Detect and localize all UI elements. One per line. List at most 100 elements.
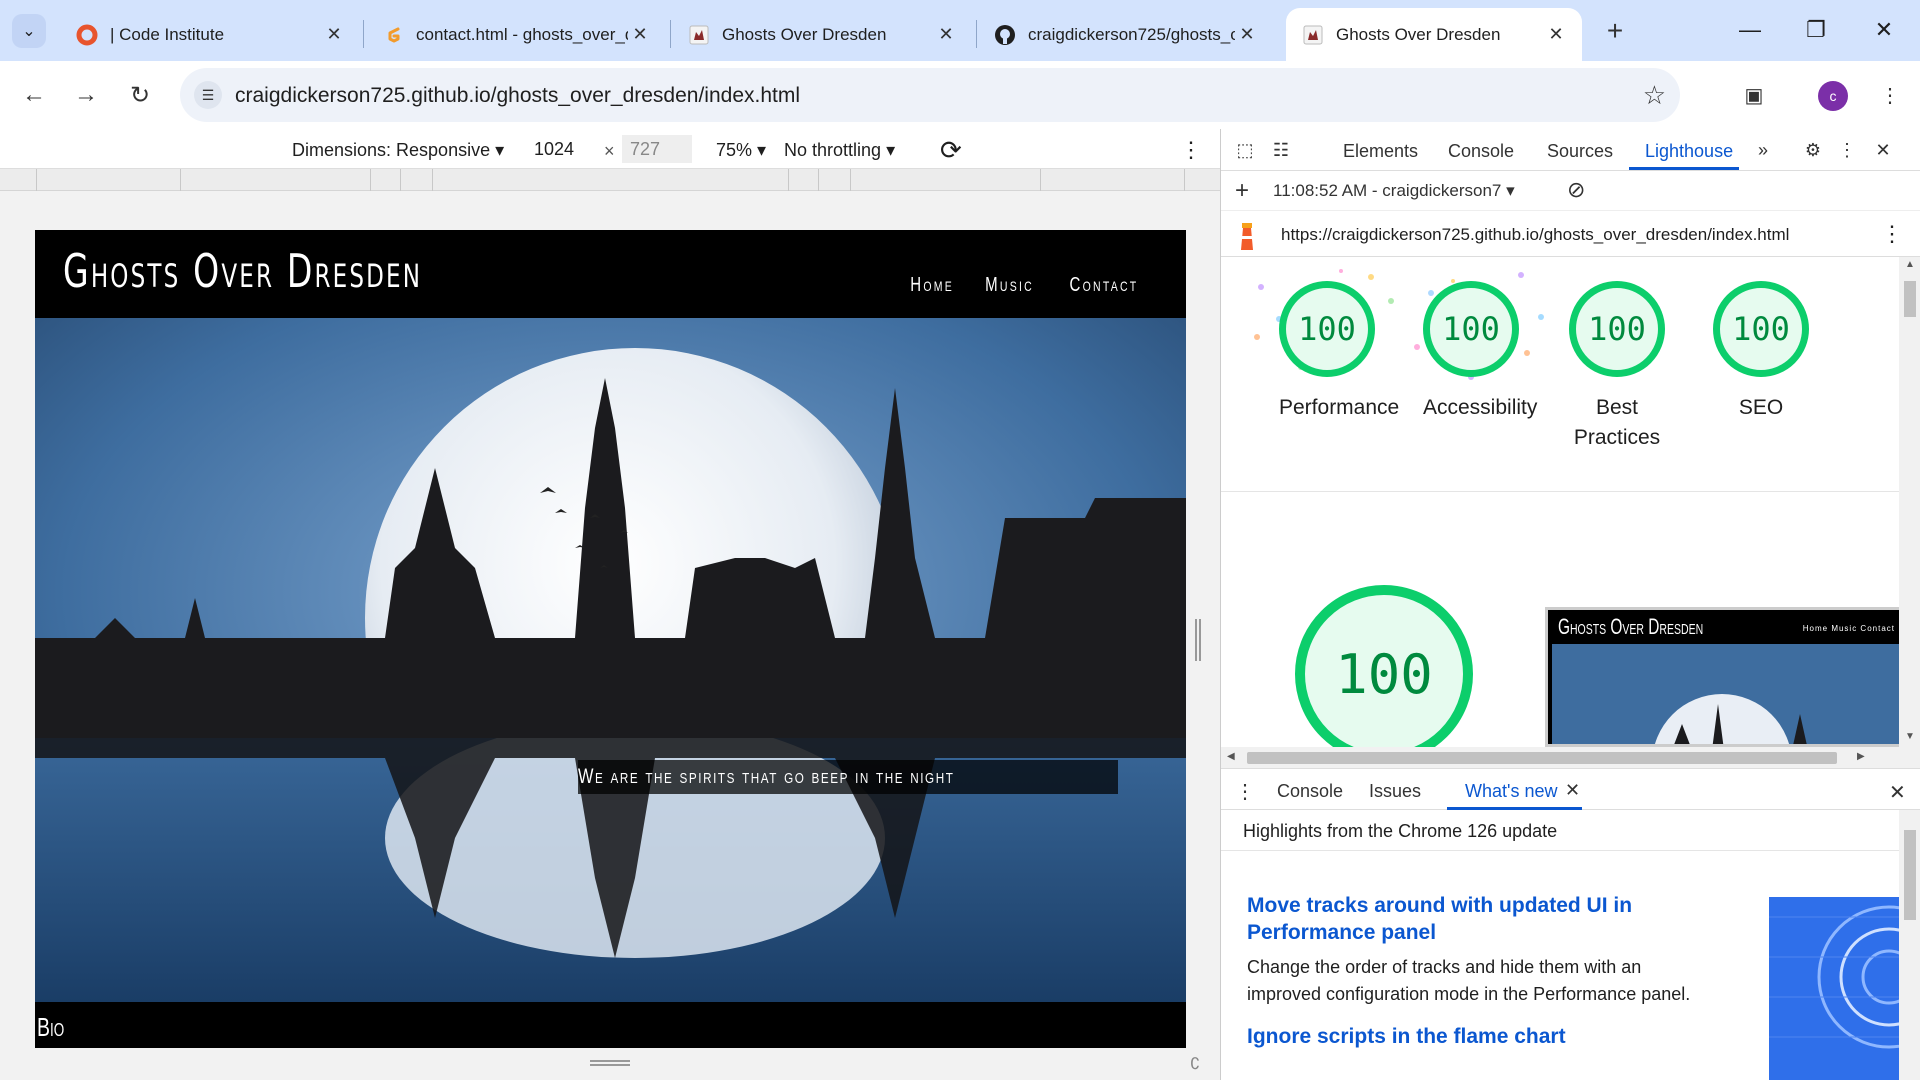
throttling-select[interactable]: No throttling ▾ bbox=[784, 140, 895, 161]
score-accessibility[interactable]: 100 Accessibility bbox=[1423, 281, 1537, 423]
close-icon[interactable]: ✕ bbox=[628, 24, 652, 45]
viewport-resize-handle[interactable] bbox=[1195, 619, 1201, 661]
media-query-ruler[interactable] bbox=[0, 169, 1220, 191]
news-link-ignore-scripts[interactable]: Ignore scripts in the flame chart bbox=[1247, 1025, 1566, 1049]
main-score-gauge: 100 bbox=[1295, 585, 1473, 747]
score-performance[interactable]: 100 Performance bbox=[1279, 281, 1399, 423]
device-toggle-icon[interactable]: ☷ bbox=[1267, 137, 1295, 163]
tab-ghosts-over-dresden[interactable]: Ghosts Over Dresden ✕ bbox=[672, 8, 972, 61]
back-button[interactable]: ← bbox=[16, 77, 52, 113]
news-description: Change the order of tracks and hide them… bbox=[1247, 957, 1691, 1004]
clear-icon[interactable]: ⊘ bbox=[1567, 177, 1585, 203]
browser-toolbar: ← → ↻ ☰ craigdickerson725.github.io/ghos… bbox=[0, 61, 1920, 129]
scrollbar-thumb[interactable] bbox=[1247, 752, 1837, 764]
score-seo[interactable]: 100 SEO bbox=[1713, 281, 1809, 423]
nav-home-link[interactable]: Home bbox=[910, 274, 954, 297]
kebab-icon[interactable]: ⋮ bbox=[1833, 137, 1861, 163]
chevron-down-icon: ⌄ bbox=[22, 23, 36, 40]
highlights-heading: Highlights from the Chrome 126 update bbox=[1243, 821, 1558, 841]
scroll-right-icon[interactable]: ▶ bbox=[1857, 751, 1865, 762]
tab-contact-html[interactable]: contact.html - ghosts_over_dresden ✕ bbox=[366, 8, 666, 61]
site-info-icon[interactable]: ☰ bbox=[194, 81, 222, 109]
report-horizontal-scrollbar[interactable]: ◀ ▶ bbox=[1221, 747, 1920, 769]
thumbnail-nav: Home Music Contact bbox=[1802, 624, 1895, 633]
tab-code-institute[interactable]: | Code Institute ✕ bbox=[60, 8, 360, 61]
scrollbar-thumb[interactable] bbox=[1904, 281, 1916, 317]
profile-avatar[interactable]: c bbox=[1818, 81, 1848, 111]
restore-button[interactable]: ❐ bbox=[1786, 10, 1846, 50]
minimize-button[interactable]: — bbox=[1720, 10, 1780, 50]
report-vertical-scrollbar[interactable]: ▲ ▼ bbox=[1899, 257, 1920, 747]
zoom-select[interactable]: 75% ▾ bbox=[716, 140, 766, 161]
scrollbar-thumb[interactable] bbox=[1904, 830, 1916, 920]
new-tab-button[interactable]: + bbox=[1598, 14, 1632, 48]
dimensions-select[interactable]: Dimensions: Responsive ▾ bbox=[292, 140, 504, 161]
lighthouse-url-bar: https://craigdickerson725.github.io/ghos… bbox=[1221, 211, 1920, 257]
address-bar[interactable]: ☰ craigdickerson725.github.io/ghosts_ove… bbox=[180, 68, 1680, 122]
close-icon[interactable]: ✕ bbox=[934, 24, 958, 45]
drawer-tab-issues[interactable]: Issues bbox=[1369, 781, 1421, 802]
viewport-bottom-handle[interactable] bbox=[590, 1060, 630, 1066]
close-icon[interactable]: ✕ bbox=[1869, 137, 1897, 163]
drawer-tab-whats-new[interactable]: What's new bbox=[1465, 781, 1557, 802]
close-icon[interactable]: ✕ bbox=[1565, 780, 1580, 801]
close-icon[interactable]: ✕ bbox=[1235, 24, 1259, 45]
site-footer: Bio bbox=[35, 1002, 1186, 1048]
footer-bio-link[interactable]: Bio bbox=[37, 1012, 64, 1043]
tab-search-button[interactable]: ⌄ bbox=[12, 14, 46, 48]
close-drawer-icon[interactable]: ✕ bbox=[1889, 780, 1906, 805]
scroll-down-icon[interactable]: ▼ bbox=[1905, 731, 1915, 742]
inspect-element-icon[interactable]: ⬚ bbox=[1231, 137, 1259, 163]
close-icon[interactable]: ✕ bbox=[1544, 24, 1568, 45]
nav-music-link[interactable]: Music bbox=[985, 274, 1034, 297]
tab-separator bbox=[976, 20, 977, 48]
bookmark-star-icon[interactable]: ☆ bbox=[1643, 80, 1666, 111]
drawer-tabbar: ⋮ Console Issues What's new ✕ ✕ bbox=[1221, 770, 1920, 810]
devtools-panel: ⬚ ☷ Elements Console Sources Lighthouse … bbox=[1220, 129, 1920, 1080]
plus-icon[interactable]: + bbox=[1235, 177, 1249, 205]
close-icon[interactable]: ✕ bbox=[322, 24, 346, 45]
reload-button[interactable]: ↻ bbox=[122, 77, 158, 113]
kebab-icon[interactable]: ⋮ bbox=[1235, 779, 1255, 804]
lighthouse-report: 100 Performance 100 Accessibility 100 Be… bbox=[1221, 257, 1899, 747]
score-value: 100 bbox=[1713, 281, 1809, 377]
extensions-button[interactable]: ▣ bbox=[1736, 77, 1772, 113]
drawer-tab-console[interactable]: Console bbox=[1277, 781, 1343, 802]
nav-contact-link[interactable]: Contact bbox=[1070, 274, 1139, 297]
resize-corner-icon[interactable]: ∁ bbox=[1190, 1054, 1200, 1074]
height-input[interactable]: 727 bbox=[622, 135, 692, 163]
tab-lighthouse[interactable]: Lighthouse bbox=[1645, 141, 1733, 162]
kebab-icon[interactable]: ⋮ bbox=[1180, 137, 1202, 163]
report-url[interactable]: https://craigdickerson725.github.io/ghos… bbox=[1281, 225, 1789, 245]
tab-separator bbox=[670, 20, 671, 48]
kebab-icon[interactable]: ⋮ bbox=[1881, 221, 1903, 247]
news-link-move-tracks[interactable]: Move tracks around with updated UI in Pe… bbox=[1247, 892, 1687, 946]
tab-github-repo[interactable]: craigdickerson725/ghosts_over_dresden ✕ bbox=[978, 8, 1273, 61]
site-logo[interactable]: Ghosts Over Dresden bbox=[63, 244, 422, 298]
width-input[interactable]: 1024 bbox=[526, 135, 596, 163]
puzzle-icon: ▣ bbox=[1744, 84, 1764, 107]
tab-sources[interactable]: Sources bbox=[1547, 141, 1613, 162]
forward-button[interactable]: → bbox=[68, 77, 104, 113]
close-window-button[interactable]: ✕ bbox=[1854, 10, 1914, 50]
thumbnail-image bbox=[1552, 644, 1899, 744]
emulated-website: Ghosts Over Dresden Home Music Contact W… bbox=[35, 230, 1186, 1048]
rotate-icon[interactable]: ⟳ bbox=[940, 135, 962, 166]
gear-icon[interactable]: ⚙ bbox=[1799, 137, 1827, 163]
score-best-practices[interactable]: 100 Best Practices bbox=[1569, 281, 1665, 453]
tab-console[interactable]: Console bbox=[1448, 141, 1514, 162]
divider bbox=[1221, 491, 1899, 492]
more-tabs-icon[interactable]: » bbox=[1749, 137, 1777, 163]
url-text[interactable]: craigdickerson725.github.io/ghosts_over_… bbox=[235, 84, 800, 108]
news-illustration bbox=[1769, 897, 1899, 1080]
tab-ghosts-over-dresden-active[interactable]: Ghosts Over Dresden ✕ bbox=[1286, 8, 1582, 61]
report-select[interactable]: 11:08:52 AM - craigdickerson7 ▾ bbox=[1273, 181, 1515, 201]
browser-menu-button[interactable]: ⋮ bbox=[1872, 77, 1908, 113]
score-value: 100 bbox=[1279, 281, 1375, 377]
tab-elements[interactable]: Elements bbox=[1343, 141, 1418, 162]
drawer-scrollbar[interactable] bbox=[1899, 810, 1920, 1080]
scroll-left-icon[interactable]: ◀ bbox=[1227, 751, 1235, 762]
whats-new-panel: Highlights from the Chrome 126 update Mo… bbox=[1221, 810, 1920, 1080]
page-screenshot-thumbnail[interactable]: Ghosts Over Dresden Home Music Contact bbox=[1545, 607, 1899, 747]
scroll-up-icon[interactable]: ▲ bbox=[1905, 259, 1915, 270]
